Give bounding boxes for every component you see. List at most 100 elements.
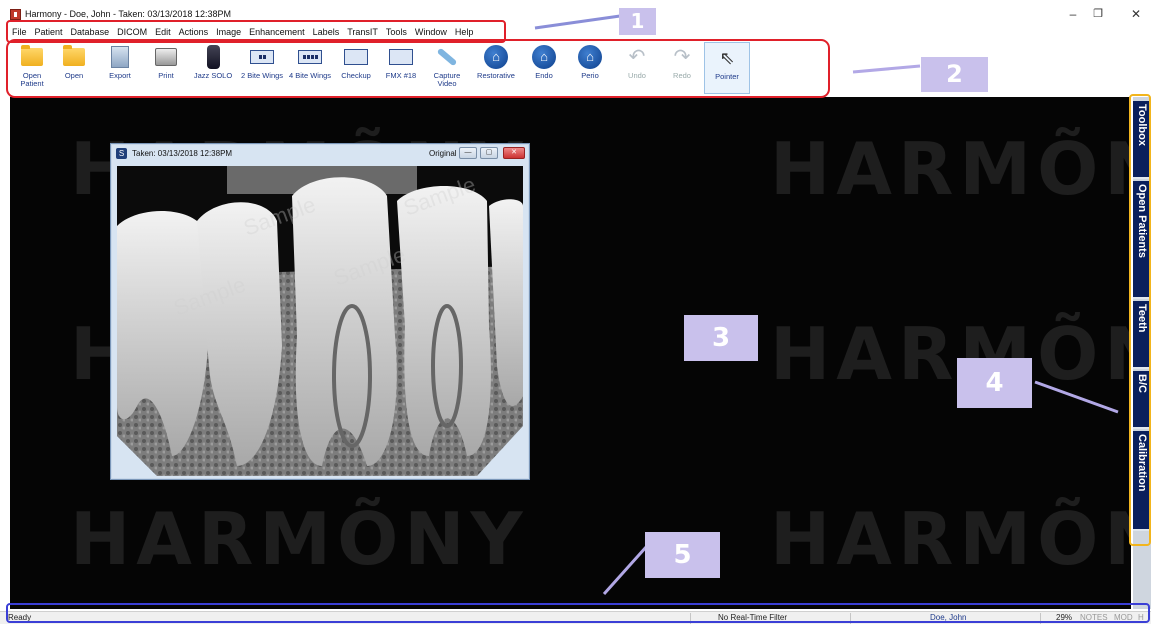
- harmony-watermark: HARMÕNY: [770, 127, 1131, 211]
- callout-badge-1: 1: [619, 8, 656, 35]
- menu-file[interactable]: File: [12, 25, 31, 39]
- dock-tab-toolbox[interactable]: Toolbox: [1133, 101, 1151, 179]
- two-bite-wings-label: 2 Bite Wings: [240, 71, 284, 80]
- open-label: Open: [64, 71, 84, 80]
- open-folder-icon: [63, 45, 85, 66]
- image-workspace[interactable]: HARMÕNY HARMÕNY HARMÕNY HARMÕNY HARMÕNY …: [10, 97, 1131, 609]
- dock-tab-bc[interactable]: B/C: [1133, 371, 1151, 429]
- callout-badge-3: 3: [684, 315, 758, 361]
- redo-label: Redo: [673, 71, 691, 80]
- fmx18-button[interactable]: FMX #18: [378, 42, 424, 94]
- harmony-watermark: HARMÕNY: [770, 312, 1131, 396]
- restorative-tooth-icon: ⌂: [484, 45, 508, 69]
- main-toolbar: Open Patient Open Export Print Jazz SOLO…: [12, 42, 750, 94]
- callout-badge-2: 2: [921, 57, 988, 92]
- mod-indicator: MOD: [1114, 613, 1133, 622]
- callout-2-pointer: [852, 64, 921, 74]
- two-bite-wings-icon: [250, 50, 274, 64]
- close-button[interactable]: ✕: [1126, 6, 1146, 22]
- jazz-solo-button[interactable]: Jazz SOLO: [188, 42, 238, 94]
- window-title: Harmony - Doe, John - Taken: 03/13/2018 …: [25, 9, 231, 19]
- xray-image-window[interactable]: S Taken: 03/13/2018 12:38PM Original — ▢…: [110, 143, 530, 480]
- image-maximize-button[interactable]: ▢: [480, 147, 498, 159]
- menu-dicom[interactable]: DICOM: [113, 25, 151, 39]
- image-window-icon: S: [116, 148, 127, 159]
- image-window-titlebar[interactable]: S Taken: 03/13/2018 12:38PM Original — ▢…: [111, 144, 529, 164]
- redo-button[interactable]: ↷ Redo: [660, 42, 704, 94]
- dental-xray-image[interactable]: Sample Sample Sample Sample: [117, 166, 523, 476]
- harmony-app-icon: [10, 9, 21, 20]
- print-button[interactable]: Print: [144, 42, 188, 94]
- dock-tab-open-patients[interactable]: Open Patients: [1133, 181, 1151, 299]
- capture-video-button[interactable]: Capture Video: [424, 42, 470, 94]
- menu-actions[interactable]: Actions: [175, 25, 213, 39]
- endo-label: Endo: [535, 71, 553, 80]
- fmx18-label: FMX #18: [385, 71, 417, 80]
- menu-patient[interactable]: Patient: [31, 25, 67, 39]
- dock-tab-calibration[interactable]: Calibration: [1133, 431, 1151, 531]
- realtime-filter-status: No Real-Time Filter: [718, 613, 788, 622]
- image-minimize-button[interactable]: —: [459, 147, 477, 159]
- pointer-label: Pointer: [715, 72, 739, 81]
- minimize-button[interactable]: –: [1063, 6, 1083, 22]
- zoom-level: 29%: [1056, 613, 1073, 622]
- menu-edit[interactable]: Edit: [151, 25, 175, 39]
- status-divider: [690, 613, 691, 624]
- menu-window[interactable]: Window: [411, 25, 451, 39]
- image-close-button[interactable]: ✕: [503, 147, 525, 159]
- printer-icon: [155, 48, 177, 66]
- menu-tools[interactable]: Tools: [382, 25, 411, 39]
- undo-label: Undo: [628, 71, 646, 80]
- menu-labels[interactable]: Labels: [309, 25, 344, 39]
- fmx-icon: [389, 49, 413, 65]
- status-divider: [850, 613, 851, 624]
- export-icon: [111, 46, 129, 68]
- open-button[interactable]: Open: [52, 42, 96, 94]
- perio-tooth-icon: ⌂: [578, 45, 602, 69]
- restorative-button[interactable]: ⌂ Restorative: [470, 42, 522, 94]
- dock-tab-toolbox-label: Toolbox: [1136, 104, 1148, 146]
- capture-video-label: Capture Video: [433, 71, 461, 88]
- title-bar: Harmony - Doe, John - Taken: 03/13/2018 …: [0, 0, 1151, 22]
- menu-image[interactable]: Image: [212, 25, 245, 39]
- jazz-solo-label: Jazz SOLO: [193, 71, 233, 80]
- status-divider: [1040, 613, 1041, 624]
- perio-label: Perio: [581, 71, 599, 80]
- status-text: Ready: [8, 613, 32, 622]
- notes-indicator: NOTES: [1080, 613, 1108, 622]
- view-mode-label: Original: [429, 149, 457, 158]
- current-patient-status: Doe, John: [930, 613, 967, 622]
- endo-tooth-icon: ⌂: [532, 45, 556, 69]
- restorative-label: Restorative: [477, 71, 515, 80]
- checkup-button[interactable]: Checkup: [334, 42, 378, 94]
- harmony-app-window: Harmony - Doe, John - Taken: 03/13/2018 …: [0, 0, 1151, 624]
- dock-tab-teeth-label: Teeth: [1136, 304, 1148, 333]
- harmony-watermark: HARMÕNY: [770, 497, 1131, 581]
- dock-tab-teeth[interactable]: Teeth: [1133, 301, 1151, 369]
- pointer-button[interactable]: ⇖ Pointer: [704, 42, 750, 94]
- h-indicator: H: [1138, 613, 1144, 622]
- endo-button[interactable]: ⌂ Endo: [522, 42, 566, 94]
- perio-button[interactable]: ⌂ Perio: [566, 42, 614, 94]
- menu-enhancement[interactable]: Enhancement: [245, 25, 309, 39]
- print-label: Print: [158, 71, 174, 80]
- checkup-label: Checkup: [341, 71, 371, 80]
- callout-badge-5: 5: [645, 532, 720, 578]
- menu-database[interactable]: Database: [67, 25, 114, 39]
- four-bite-wings-label: 4 Bite Wings: [288, 71, 332, 80]
- status-bar: Ready No Real-Time Filter Doe, John 29% …: [0, 611, 1151, 624]
- callout-badge-4: 4: [957, 358, 1032, 408]
- dock-tab-open-patients-label: Open Patients: [1136, 184, 1148, 258]
- undo-icon: ↶: [628, 46, 646, 68]
- menu-transit[interactable]: TransIT: [343, 25, 382, 39]
- four-bite-wings-button[interactable]: 4 Bite Wings: [286, 42, 334, 94]
- two-bite-wings-button[interactable]: 2 Bite Wings: [238, 42, 286, 94]
- export-button[interactable]: Export: [96, 42, 144, 94]
- open-patient-button[interactable]: Open Patient: [12, 42, 52, 94]
- menu-help[interactable]: Help: [451, 25, 478, 39]
- undo-button[interactable]: ↶ Undo: [614, 42, 660, 94]
- right-dock-panel: Toolbox Open Patients Teeth B/C Calibrat…: [1133, 97, 1151, 609]
- redo-icon: ↷: [673, 46, 691, 68]
- restore-button[interactable]: ❐: [1088, 6, 1108, 22]
- image-window-title: Taken: 03/13/2018 12:38PM: [132, 149, 233, 158]
